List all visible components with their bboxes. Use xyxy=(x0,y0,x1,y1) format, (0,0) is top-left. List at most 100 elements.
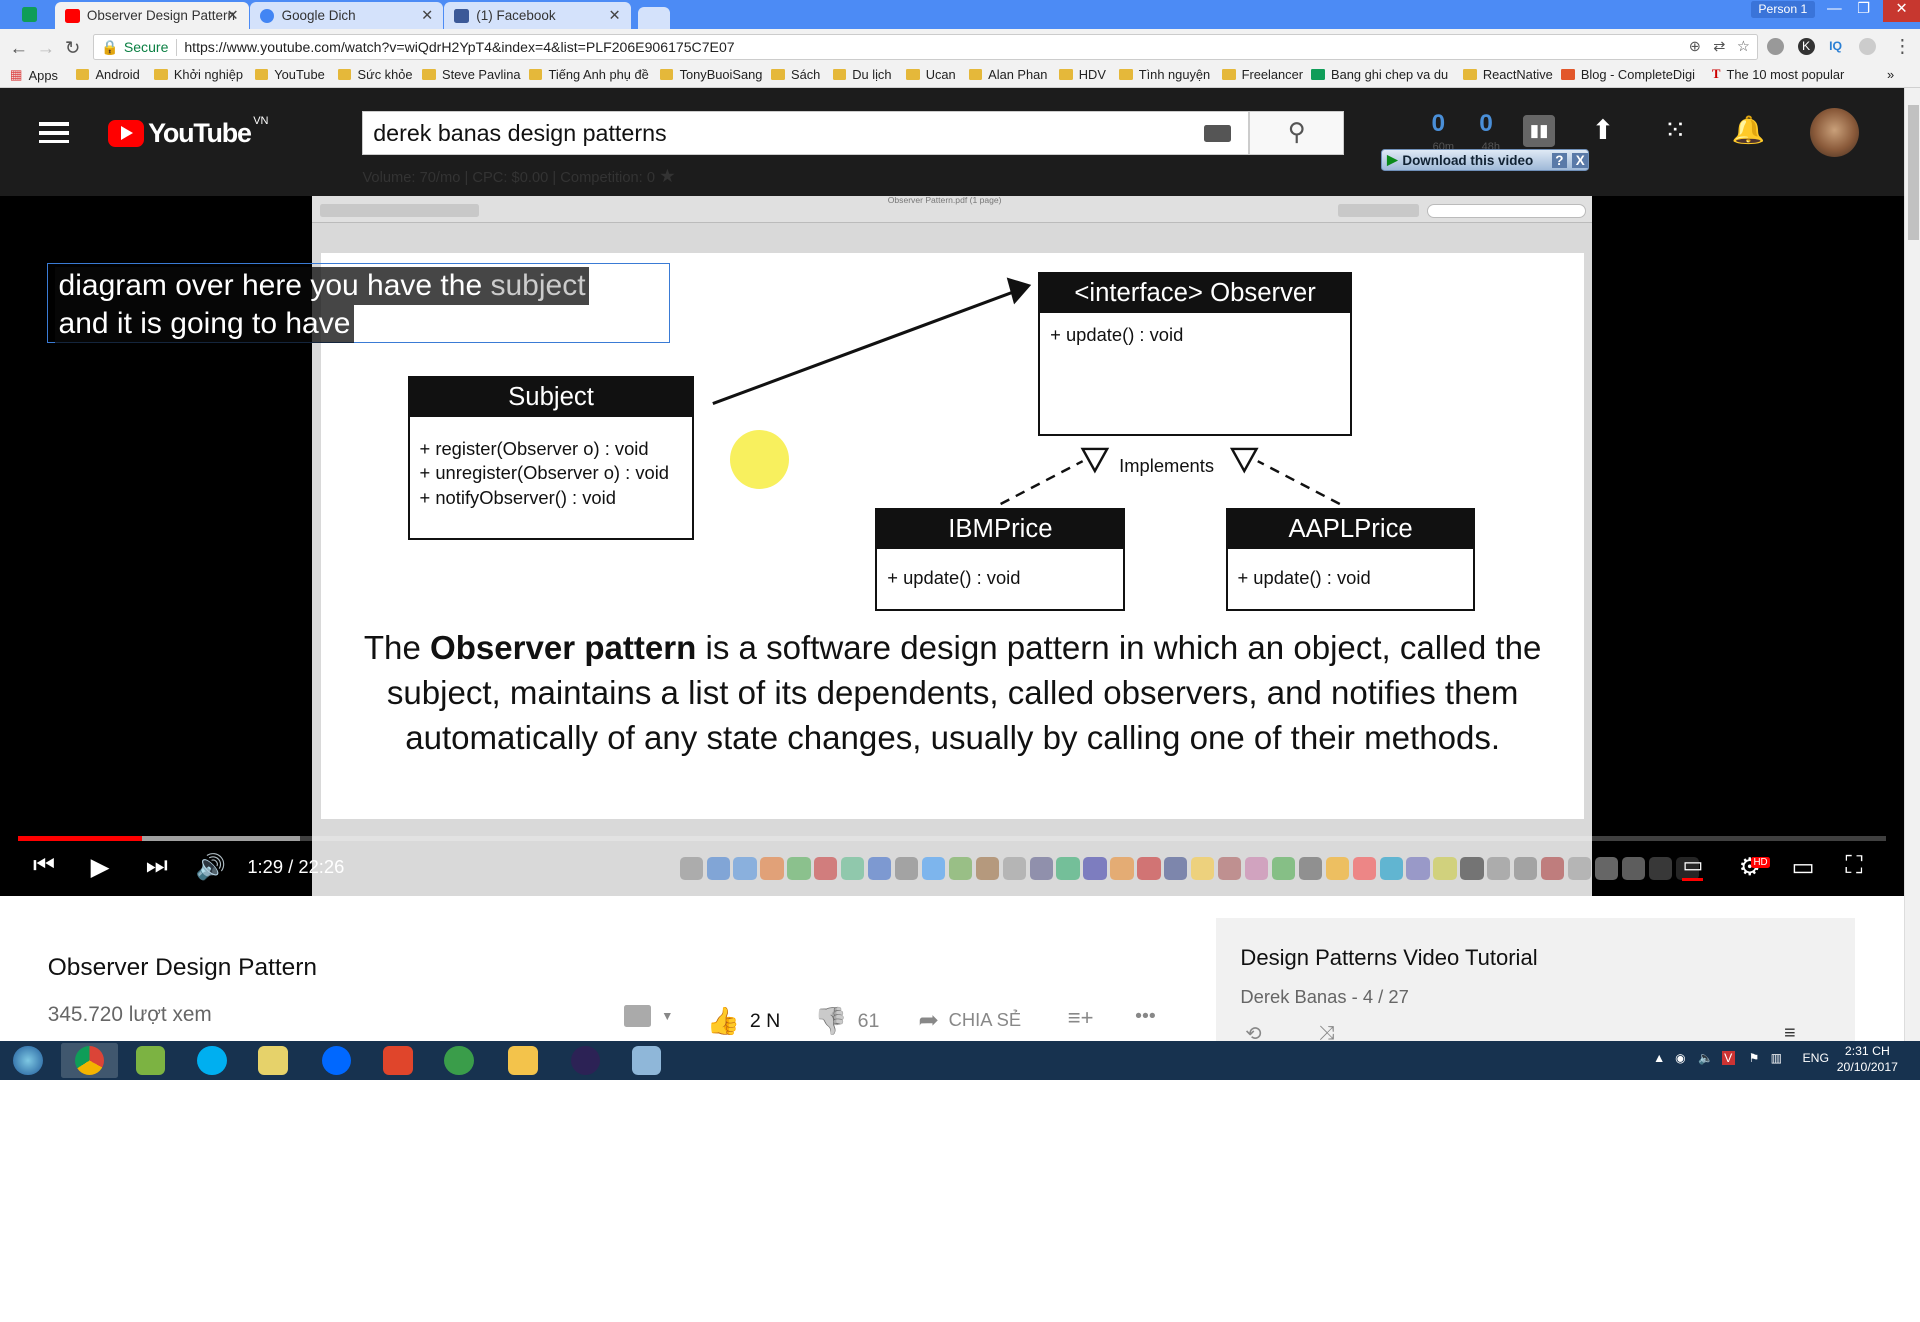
bookmark-folder[interactable]: Sức khỏe xyxy=(337,67,413,82)
caption-line: diagram over here you have the subject xyxy=(54,266,590,305)
bookmark-folder[interactable]: Du lịch xyxy=(832,67,892,82)
extension-icon[interactable] xyxy=(1766,37,1785,56)
avatar[interactable] xyxy=(1809,107,1859,157)
taskbar-explorer[interactable] xyxy=(495,1043,551,1077)
tab-facebook[interactable]: (1) Facebook ✕ xyxy=(444,2,631,30)
bookmark-star-icon[interactable]: ☆ xyxy=(1737,38,1750,55)
bookmark-folder[interactable]: Steve Pavlina xyxy=(422,67,521,82)
volume-icon[interactable]: 🔊 xyxy=(196,852,226,882)
bookmark-folder[interactable]: Sách xyxy=(771,67,820,82)
reload-icon[interactable]: ↻ xyxy=(65,37,80,59)
apps-grid-icon[interactable]: ⁙ xyxy=(1659,115,1691,147)
sheets-app-icon[interactable] xyxy=(22,7,37,23)
search-button[interactable]: ⚲ xyxy=(1248,111,1345,156)
notifications-bell-icon[interactable]: 🔔 xyxy=(1731,115,1765,147)
cursor-highlight xyxy=(729,429,789,489)
taskbar-zalo[interactable] xyxy=(309,1043,365,1077)
taskbar-eclipse[interactable] xyxy=(557,1043,613,1077)
play-icon[interactable]: ▶ xyxy=(91,852,110,882)
stats-chart-icon[interactable]: ▮▮ xyxy=(1523,115,1556,147)
tray-app-icon[interactable]: ◉ xyxy=(1675,1051,1686,1065)
playlist-title[interactable]: Design Patterns Video Tutorial xyxy=(1240,945,1537,971)
previous-icon[interactable]: ⏮ xyxy=(33,852,55,880)
taskbar-clock[interactable]: 2:31 CH 20/10/2017 xyxy=(1837,1044,1898,1076)
bookmark-folder[interactable]: HDV xyxy=(1059,67,1106,82)
extension-icon[interactable] xyxy=(1858,37,1876,56)
taskbar-app[interactable] xyxy=(122,1043,178,1077)
bookmark-folder[interactable]: Android xyxy=(75,67,140,82)
tray-expand-icon[interactable]: ▲ xyxy=(1653,1051,1665,1065)
download-help-button[interactable]: ? xyxy=(1551,152,1568,168)
new-tab-button[interactable] xyxy=(637,7,670,30)
bookmark-folder[interactable]: Alan Phan xyxy=(968,67,1047,82)
forward-arrow-icon[interactable]: → xyxy=(37,37,55,59)
bookmark-folder[interactable]: Freelancer xyxy=(1222,67,1303,82)
add-to-playlist-button[interactable]: ▼ xyxy=(624,1005,673,1028)
bookmark-apps[interactable]: ▦ Apps xyxy=(10,67,58,83)
bookmark-folder[interactable]: YouTube xyxy=(254,67,325,82)
profile-button[interactable]: Person 1 xyxy=(1751,1,1815,19)
more-actions-button[interactable]: ••• xyxy=(1135,1005,1156,1028)
restore-icon[interactable]: ❐ xyxy=(1849,0,1878,22)
download-video-button[interactable]: ▶ Download this video ? X xyxy=(1381,149,1590,172)
back-arrow-icon[interactable]: ← xyxy=(10,37,28,59)
taskbar-skype[interactable] xyxy=(184,1043,240,1077)
taskbar-app[interactable] xyxy=(431,1043,487,1077)
like-button[interactable]: 👍 2 N xyxy=(707,1005,781,1037)
scrollbar-thumb[interactable] xyxy=(1907,105,1919,240)
dislike-button[interactable]: 👎 61 xyxy=(814,1005,879,1037)
tab-close-icon[interactable]: ✕ xyxy=(609,7,621,24)
zoom-icon[interactable]: ⊕ xyxy=(1689,38,1701,55)
network-icon[interactable]: ▥ xyxy=(1771,1051,1783,1065)
bookmark-folder[interactable]: ReactNative xyxy=(1463,67,1553,82)
bookmark-folder[interactable]: Ucan xyxy=(906,67,956,82)
add-to-queue-icon[interactable]: ≡+ xyxy=(1068,1005,1094,1031)
progress-bar[interactable] xyxy=(18,836,1886,842)
translate-icon[interactable]: ⇄ xyxy=(1713,38,1725,55)
bookmark-blog[interactable]: Blog - CompleteDigi xyxy=(1561,67,1695,82)
menu-dots-icon[interactable]: ⋮ xyxy=(1893,35,1911,57)
tab-close-icon[interactable]: ✕ xyxy=(421,7,433,24)
start-button[interactable] xyxy=(0,1043,56,1077)
tray-v-icon[interactable]: V xyxy=(1721,1050,1735,1065)
minimize-icon[interactable]: — xyxy=(1820,0,1849,22)
tab-google-dich[interactable]: Google Dich ✕ xyxy=(249,2,444,30)
search-input[interactable]: derek banas design patterns xyxy=(362,111,1249,156)
bookmark-folder[interactable]: Tiếng Anh phụ đề xyxy=(528,67,649,82)
upload-icon[interactable]: ⬆ xyxy=(1587,115,1619,147)
fullscreen-icon[interactable]: ⛶ xyxy=(1845,852,1862,880)
iq-extension-icon[interactable]: IQ xyxy=(1827,38,1844,55)
hamburger-menu-icon[interactable] xyxy=(39,122,69,144)
bookmarks-more-button[interactable]: » xyxy=(1887,67,1894,82)
window-close-icon[interactable]: ✕ xyxy=(1883,0,1920,23)
language-indicator[interactable]: ENG xyxy=(1802,1051,1829,1065)
taskbar-app[interactable] xyxy=(370,1043,426,1077)
tab-close-icon[interactable]: ✕ xyxy=(226,7,238,24)
download-close-button[interactable]: X xyxy=(1572,152,1589,168)
subtitles-icon[interactable]: ▭ xyxy=(1682,852,1704,882)
action-center-flag-icon[interactable]: ⚑ xyxy=(1749,1051,1760,1065)
taskbar-paint[interactable] xyxy=(618,1043,674,1077)
captions-window[interactable]: diagram over here you have the subject a… xyxy=(46,263,670,343)
address-bar[interactable]: 🔒 Secure https://www.youtube.com/watch?v… xyxy=(93,34,1759,60)
page-scrollbar[interactable] xyxy=(1904,88,1920,1041)
bookmark-folder[interactable]: Khởi nghiệp xyxy=(154,67,243,82)
volume-tray-icon[interactable]: 🔈 xyxy=(1698,1051,1713,1065)
star-icon[interactable]: ★ xyxy=(659,165,675,186)
bookmark-popular[interactable]: T The 10 most popular xyxy=(1712,67,1845,82)
tab-observer-design-pattern[interactable]: Observer Design Pattern ✕ xyxy=(55,2,249,30)
next-icon[interactable]: ⏭ xyxy=(146,852,168,880)
share-button[interactable]: ➦ CHIA SẺ xyxy=(918,1005,1021,1035)
playlist-panel[interactable]: Design Patterns Video Tutorial Derek Ban… xyxy=(1215,918,1856,1045)
bookmark-folder[interactable]: TonyBuoiSang xyxy=(660,67,762,82)
taskbar-notes[interactable] xyxy=(245,1043,301,1077)
bookmark-folder[interactable]: Tình nguyện xyxy=(1119,67,1210,82)
keyboard-icon[interactable] xyxy=(1203,124,1231,142)
bookmark-sheet[interactable]: Bang ghi chep va du xyxy=(1311,67,1448,82)
taskbar-chrome[interactable] xyxy=(61,1043,118,1078)
theater-mode-icon[interactable]: ▭ xyxy=(1791,852,1814,882)
youtube-logo[interactable]: YouTube VN xyxy=(107,115,269,149)
video-player[interactable]: Observer Pattern.pdf (1 page) <interface… xyxy=(0,195,1905,897)
bookmarks-bar: ▦ Apps Android Khởi nghiệp YouTube Sức kh… xyxy=(0,64,1920,89)
k-extension-icon[interactable]: K xyxy=(1797,37,1815,56)
